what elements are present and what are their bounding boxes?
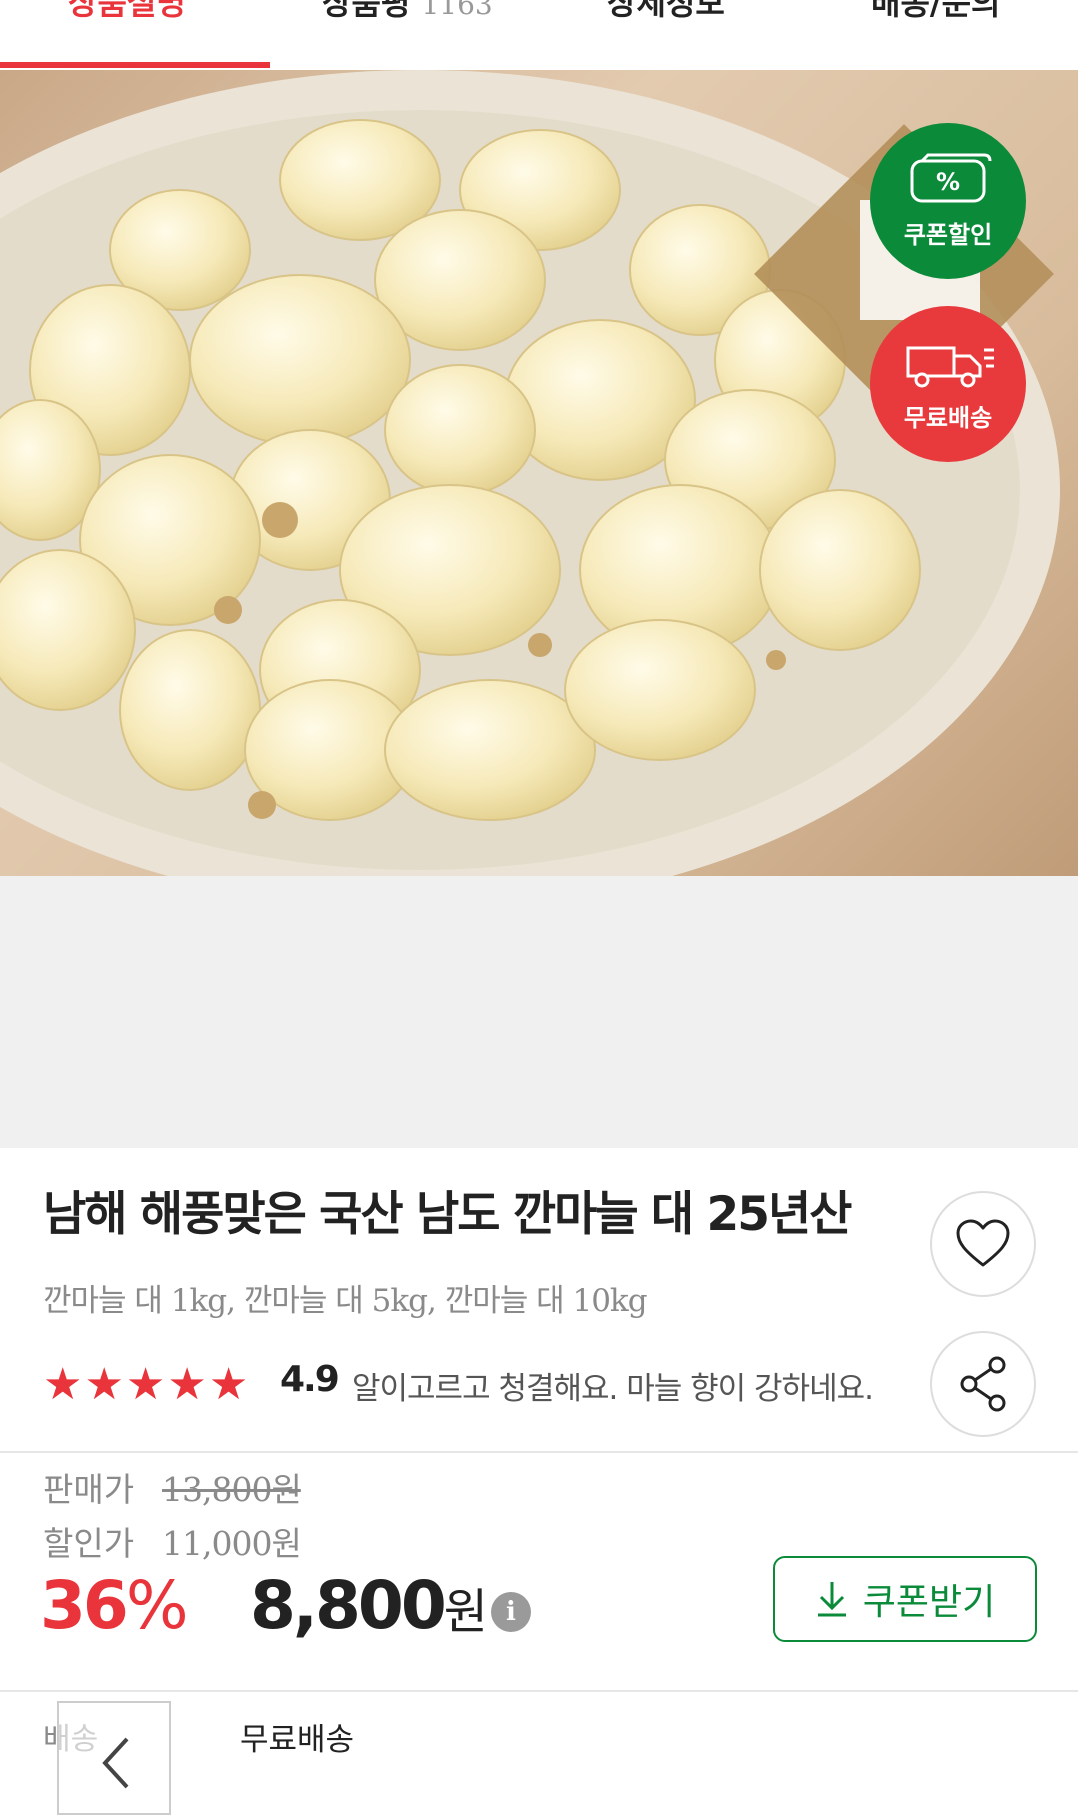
shipping-badge-label: 무료배송 (903, 403, 993, 432)
tab-shipping-inquiry-label: 배송/문의 (871, 0, 1001, 22)
star-icon: ★ (167, 1359, 207, 1410)
coupon-discount-badge: % 쿠폰할인 (870, 123, 1026, 279)
active-tab-indicator (0, 62, 270, 68)
review-snippet[interactable]: 알이고르고 청결해요. 마늘 향이 강하네요. (352, 1363, 874, 1408)
final-price-unit: 원 (443, 1584, 488, 1640)
heart-icon (956, 1219, 1010, 1267)
image-placeholder-band (0, 876, 1078, 1148)
share-icon (960, 1356, 1006, 1412)
sale-price-label: 판매가 (43, 1470, 135, 1509)
chevron-left-icon (102, 1737, 129, 1789)
svg-text:%: % (936, 168, 960, 196)
final-price-number: 8,800 (250, 1567, 447, 1644)
tab-shipping-inquiry[interactable]: 배송/문의 (871, 0, 1000, 24)
final-price: 8,800원 (250, 1567, 488, 1644)
divider (0, 1451, 1078, 1453)
rating-score: 4.9 (280, 1359, 340, 1400)
price-info-icon[interactable]: i (491, 1592, 531, 1632)
star-icon: ★ (208, 1359, 249, 1410)
tab-details[interactable]: 상세정보 (607, 0, 725, 24)
free-shipping-badge: 무료배송 (870, 306, 1026, 462)
tab-bar: 상품설명 상품평 1163 상세정보 배송/문의 (0, 0, 1078, 71)
divider (0, 1690, 1078, 1692)
back-button[interactable] (57, 1701, 171, 1815)
get-coupon-button[interactable]: 쿠폰받기 (773, 1556, 1037, 1642)
coupon-percent-icon: % (910, 153, 992, 202)
tab-reviews-label: 상품평 (322, 0, 411, 22)
download-icon (817, 1582, 846, 1617)
star-icon: ★ (84, 1359, 124, 1410)
share-button[interactable] (930, 1331, 1036, 1437)
product-options: 깐마늘 대 1kg, 깐마늘 대 5kg, 깐마늘 대 10kg (43, 1283, 648, 1319)
discount-percent: 36% (40, 1567, 189, 1644)
percent-sign: % (125, 1567, 189, 1644)
truck-icon (906, 346, 994, 387)
get-coupon-label: 쿠폰받기 (862, 1582, 996, 1623)
tab-details-label: 상세정보 (607, 0, 725, 22)
shipping-value: 무료배송 (240, 1722, 355, 1758)
discount-percent-number: 36 (40, 1567, 129, 1644)
tab-reviews-count: 1163 (421, 0, 493, 21)
wishlist-button[interactable] (930, 1191, 1036, 1297)
star-icon: ★ (43, 1359, 83, 1410)
coupon-badge-label: 쿠폰할인 (903, 220, 993, 249)
sale-price-value: 13,800원 (162, 1470, 302, 1509)
tab-description-label: 상품설명 (68, 0, 186, 22)
tab-reviews[interactable]: 상품평 1163 (322, 0, 493, 24)
tab-description[interactable]: 상품설명 (68, 0, 186, 24)
discount-price-label: 할인가 (43, 1524, 135, 1563)
product-title: 남해 해풍맞은 국산 남도 깐마늘 대 25년산 (43, 1187, 852, 1242)
discount-price-value: 11,000원 (162, 1524, 302, 1563)
rating-stars: ★ ★ ★ ★ ★ (43, 1363, 248, 1407)
star-icon: ★ (125, 1359, 166, 1410)
